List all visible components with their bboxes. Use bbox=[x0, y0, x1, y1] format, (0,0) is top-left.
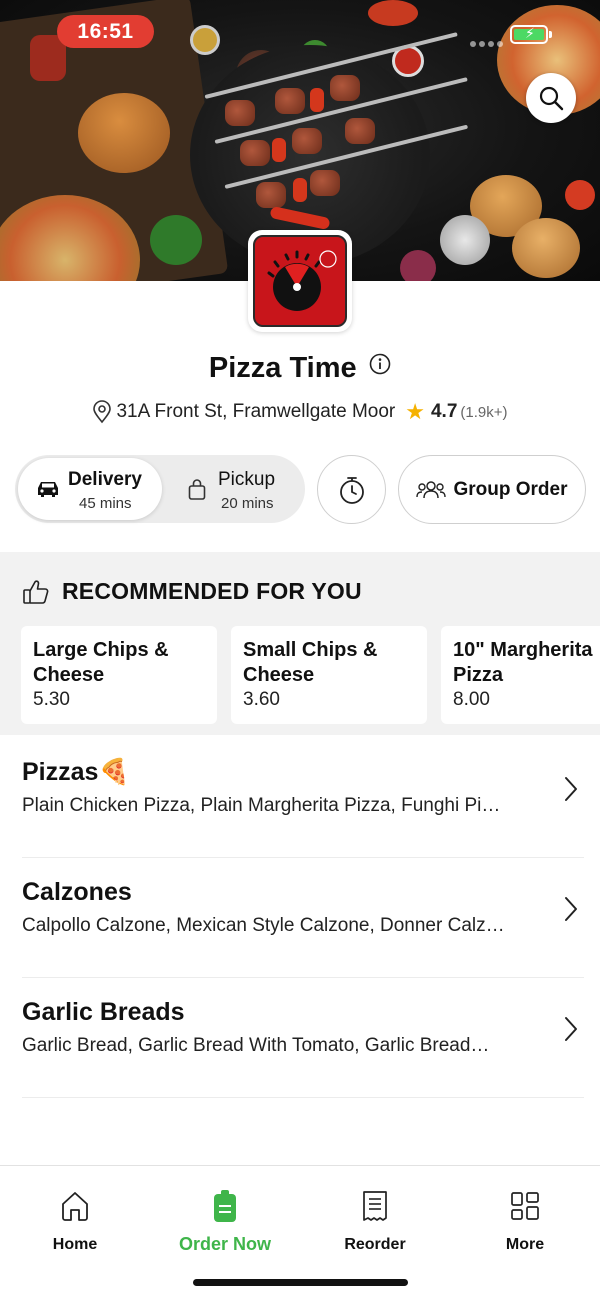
grid-icon bbox=[511, 1192, 539, 1220]
thumbs-up-icon bbox=[23, 579, 49, 604]
nav-label: Home bbox=[52, 1236, 98, 1253]
nav-label: Reorder bbox=[344, 1236, 406, 1253]
tomato-image bbox=[565, 180, 595, 210]
signal-icon bbox=[470, 34, 506, 52]
pickup-label: Pickup bbox=[218, 469, 276, 490]
recommended-item-name-line2: Cheese bbox=[243, 664, 315, 686]
category-description: Calpollo Calzone, Mexican Style Calzone,… bbox=[22, 915, 505, 936]
delivery-option[interactable]: Delivery 45 mins bbox=[18, 458, 162, 520]
nav-label: More bbox=[505, 1236, 545, 1253]
nav-label: Order Now bbox=[178, 1234, 271, 1254]
category-description: Garlic Bread, Garlic Bread With Tomato, … bbox=[22, 1035, 490, 1056]
bowl-top-image bbox=[190, 25, 220, 55]
status-time: 16:51 bbox=[57, 15, 154, 48]
recommended-item-price: 3.60 bbox=[243, 689, 280, 710]
clock-logo-icon bbox=[267, 250, 337, 311]
category-description: Plain Chicken Pizza, Plain Margherita Pi… bbox=[22, 795, 501, 816]
battery-icon: ⚡ bbox=[510, 25, 548, 44]
restaurant-logo bbox=[248, 230, 352, 332]
restaurant-title-row: Pizza Time bbox=[0, 352, 600, 385]
category-name: Pizzas🍕 bbox=[22, 758, 130, 786]
chevron-right-icon bbox=[565, 1017, 577, 1041]
category-row-pizzas[interactable]: Pizzas🍕 Plain Chicken Pizza, Plain Margh… bbox=[22, 738, 584, 858]
rating-value: 4.7 bbox=[430, 401, 458, 422]
shopping-bag-icon bbox=[188, 479, 206, 500]
search-button[interactable] bbox=[526, 73, 576, 123]
restaurant-name: Pizza Time bbox=[208, 352, 357, 384]
location-pin-icon bbox=[93, 400, 112, 424]
recommended-title: RECOMMENDED FOR YOU bbox=[62, 578, 362, 604]
home-indicator bbox=[193, 1279, 408, 1286]
nav-more[interactable]: More bbox=[450, 1188, 600, 1254]
recommended-card[interactable]: Large Chips & Cheese 5.30 bbox=[21, 626, 217, 724]
delivery-label: Delivery bbox=[68, 469, 142, 490]
recommended-item-price: 8.00 bbox=[453, 689, 490, 710]
chevron-right-icon bbox=[565, 897, 577, 921]
recommended-header: RECOMMENDED FOR YOU bbox=[22, 578, 362, 605]
pickup-time: 20 mins bbox=[221, 495, 274, 512]
timer-icon bbox=[339, 476, 364, 504]
category-name: Calzones bbox=[22, 878, 132, 906]
recommended-card[interactable]: Small Chips & Cheese 3.60 bbox=[231, 626, 427, 724]
star-icon: ★ bbox=[405, 399, 425, 424]
car-icon bbox=[38, 482, 58, 497]
burger-image bbox=[78, 93, 170, 173]
onion-image bbox=[400, 250, 436, 281]
schedule-button[interactable] bbox=[317, 455, 386, 524]
tomatoes-top-image bbox=[368, 0, 418, 26]
nav-order-now[interactable]: Order Now bbox=[150, 1188, 300, 1255]
recommended-section: RECOMMENDED FOR YOU Large Chips & Cheese… bbox=[0, 552, 600, 735]
recommended-item-name-line1: Large Chips & bbox=[33, 639, 169, 661]
address-rating-row: 31A Front St, Framwellgate Moor ★ 4.7 (1… bbox=[0, 400, 600, 424]
category-row-garlic-breads[interactable]: Garlic Breads Garlic Bread, Garlic Bread… bbox=[22, 978, 584, 1098]
info-icon[interactable] bbox=[369, 353, 391, 380]
nav-reorder[interactable]: Reorder bbox=[300, 1188, 450, 1254]
receipt-icon bbox=[363, 1191, 387, 1221]
delivery-time: 45 mins bbox=[79, 495, 132, 512]
home-icon bbox=[62, 1192, 88, 1221]
group-people-icon bbox=[416, 480, 447, 498]
salt-bowl-image bbox=[440, 215, 490, 265]
order-icon bbox=[214, 1190, 236, 1222]
group-order-button[interactable]: Group Order bbox=[398, 455, 586, 524]
group-order-label: Group Order bbox=[453, 478, 568, 500]
rating-count: (1.9k+) bbox=[460, 403, 508, 421]
delivery-pickup-toggle: Delivery 45 mins Pickup 20 mins bbox=[15, 455, 305, 523]
herb-image bbox=[150, 215, 202, 265]
recommended-item-name-line1: Small Chips & bbox=[243, 639, 378, 661]
recommended-card[interactable]: 10" Margherita Pizza 8.00 bbox=[441, 626, 600, 724]
category-row-calzones[interactable]: Calzones Calpollo Calzone, Mexican Style… bbox=[22, 858, 584, 978]
bun-right2-image bbox=[512, 218, 580, 278]
chevron-right-icon bbox=[565, 777, 577, 801]
recommended-item-name-line1: 10" Margherita bbox=[453, 639, 593, 661]
nav-home[interactable]: Home bbox=[0, 1188, 150, 1254]
category-name: Garlic Breads bbox=[22, 998, 185, 1026]
recommended-item-name-line2: Cheese bbox=[33, 664, 105, 686]
pizza-emoji-icon: 🍕 bbox=[98, 758, 130, 786]
recommended-item-price: 5.30 bbox=[33, 689, 70, 710]
search-icon bbox=[539, 86, 564, 111]
recommended-item-name-line2: Pizza bbox=[453, 664, 504, 686]
pickup-option[interactable]: Pickup 20 mins bbox=[165, 458, 302, 520]
restaurant-address: 31A Front St, Framwellgate Moor bbox=[116, 401, 396, 422]
